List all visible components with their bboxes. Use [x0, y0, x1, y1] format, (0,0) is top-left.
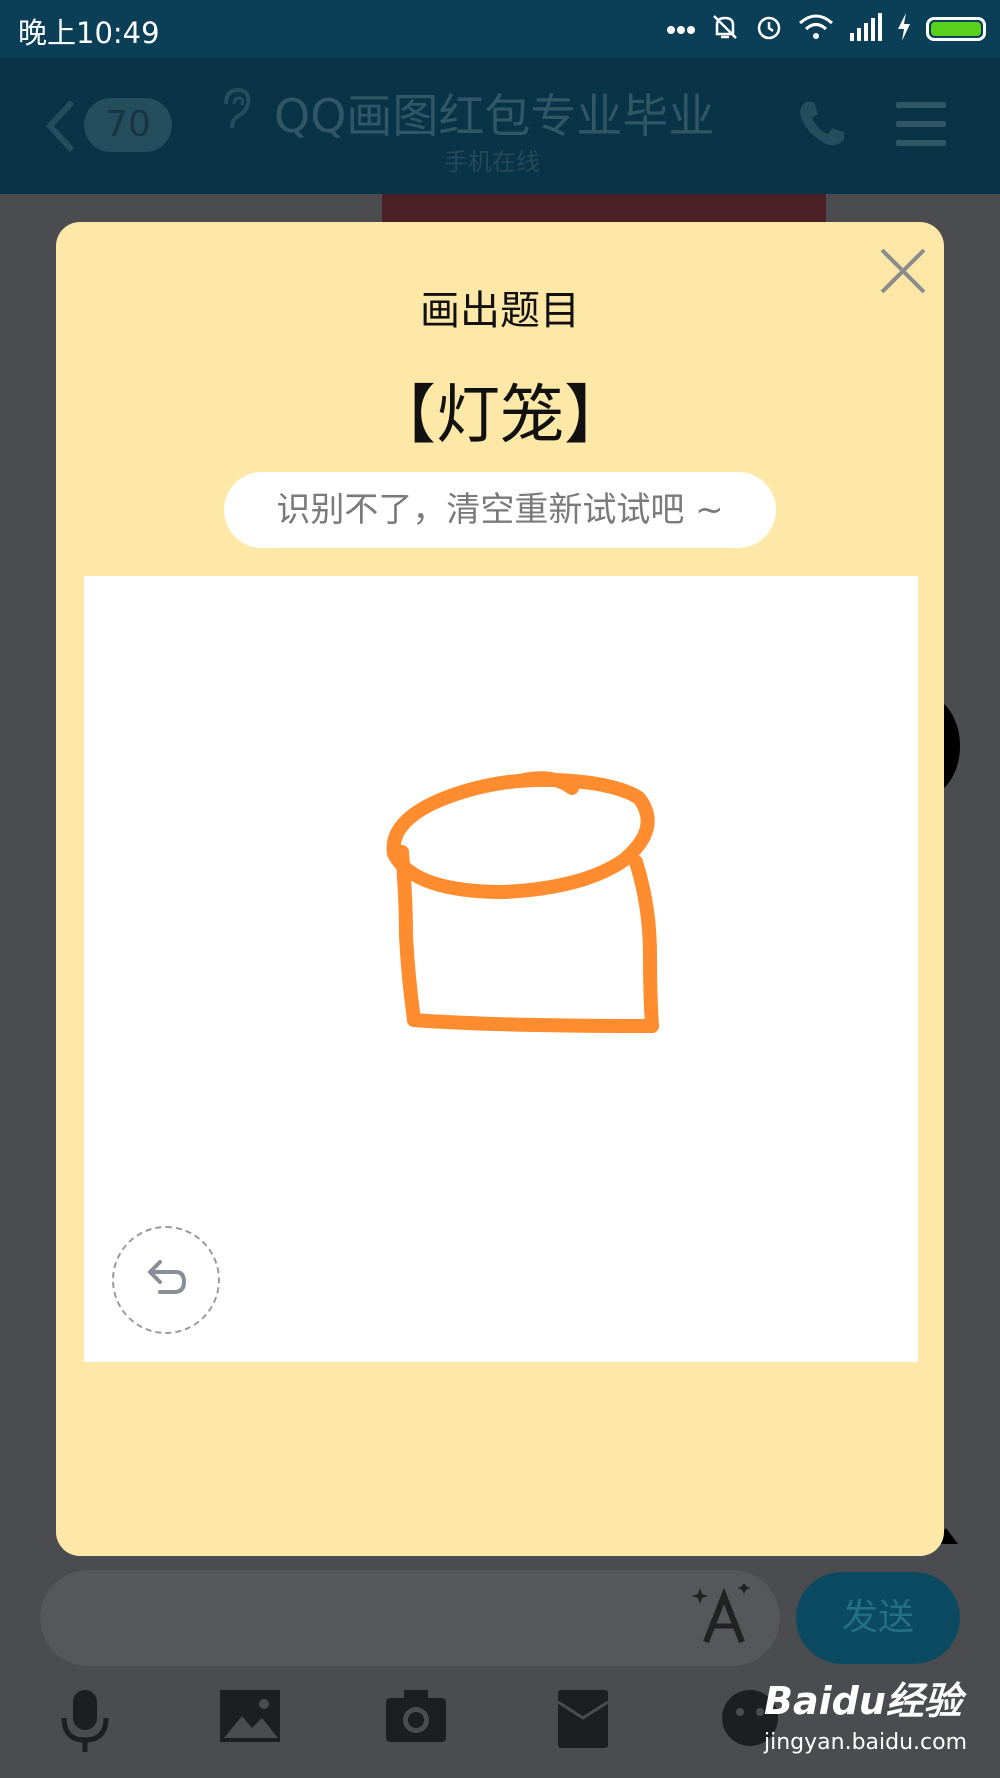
stroke-lantern-right-side	[629, 855, 659, 1033]
draw-prompt-modal: 画出题目 【灯笼】 识别不了，清空重新试试吧 ~	[56, 222, 944, 1556]
status-icons	[666, 12, 986, 46]
battery-icon	[926, 17, 986, 41]
stroke-lantern-top	[386, 772, 655, 899]
mute-icon	[710, 12, 740, 46]
microphone-icon[interactable]	[58, 1688, 112, 1758]
image-icon[interactable]	[218, 1688, 282, 1748]
baidu-watermark: Baidu经验 jingyan.baidu.com	[764, 1670, 967, 1755]
stroke-lantern-bottom	[407, 1013, 659, 1033]
prompt-word: 【灯笼】	[372, 379, 628, 453]
drawing-canvas[interactable]	[84, 576, 918, 1362]
status-time: 晚上10:49	[18, 16, 160, 50]
red-packet-icon[interactable]	[556, 1688, 610, 1754]
watermark-brand: Baidu经验	[764, 1679, 962, 1723]
status-bar: 晚上10:49	[0, 0, 1000, 58]
modal-title: 画出题目	[420, 288, 580, 334]
recognition-hint: 识别不了，清空重新试试吧 ~	[224, 472, 776, 548]
message-input[interactable]	[40, 1570, 780, 1666]
font-style-icon[interactable]	[692, 1582, 756, 1652]
charging-icon	[896, 13, 912, 45]
camera-icon[interactable]	[384, 1688, 448, 1748]
drawing-strokes	[386, 771, 659, 1033]
signal-icon	[848, 13, 882, 45]
undo-icon	[144, 1258, 188, 1302]
send-button[interactable]: 发送	[796, 1572, 960, 1664]
chat-title-bar: 70 QQ画图红包专业毕业 手机在线	[0, 58, 1000, 194]
title-bar-dim-overlay	[0, 58, 1000, 194]
alarm-icon	[754, 12, 784, 46]
undo-button[interactable]	[112, 1226, 220, 1334]
watermark-domain: jingyan.baidu.com	[764, 1730, 968, 1755]
wifi-icon	[798, 13, 834, 45]
more-dots-icon	[666, 20, 696, 39]
